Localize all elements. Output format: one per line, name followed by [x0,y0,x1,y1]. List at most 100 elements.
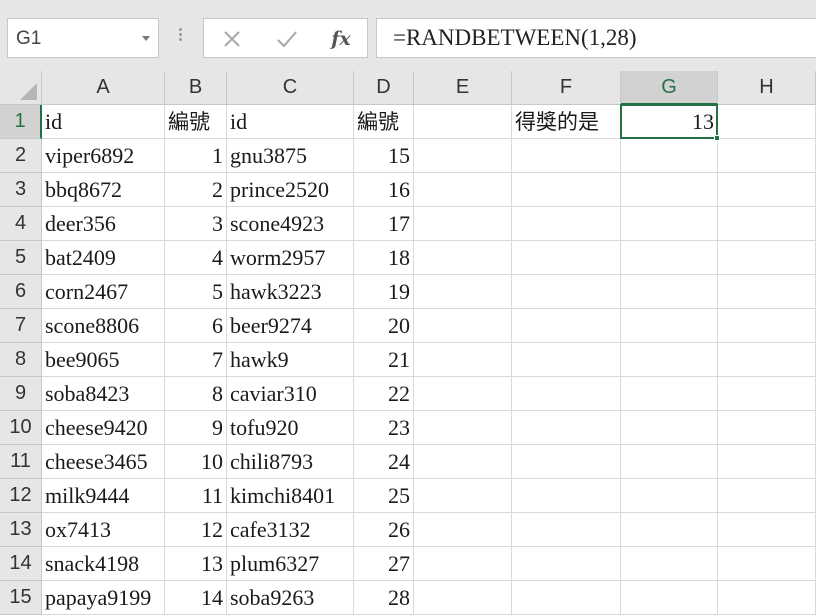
cell-c6[interactable]: hawk3223 [227,275,354,309]
cell-c2[interactable]: gnu3875 [227,139,354,173]
cell-c10[interactable]: tofu920 [227,411,354,445]
row-header-9[interactable]: 9 [0,377,42,411]
cell-b3[interactable]: 2 [165,173,227,207]
cell-f6[interactable] [512,275,621,309]
cell-a13[interactable]: ox7413 [42,513,165,547]
cell-e7[interactable] [414,309,512,343]
cell-a3[interactable]: bbq8672 [42,173,165,207]
cell-a2[interactable]: viper6892 [42,139,165,173]
cell-h1[interactable] [718,105,816,139]
cell-g14[interactable] [621,547,718,581]
cell-g13[interactable] [621,513,718,547]
row-header-6[interactable]: 6 [0,275,42,309]
cell-f3[interactable] [512,173,621,207]
row-header-2[interactable]: 2 [0,139,42,173]
cell-a6[interactable]: corn2467 [42,275,165,309]
cell-c11[interactable]: chili8793 [227,445,354,479]
cell-e15[interactable] [414,581,512,615]
cell-h3[interactable] [718,173,816,207]
cell-b12[interactable]: 11 [165,479,227,513]
cell-f4[interactable] [512,207,621,241]
cell-b6[interactable]: 5 [165,275,227,309]
cell-g2[interactable] [621,139,718,173]
cell-f15[interactable] [512,581,621,615]
cell-f12[interactable] [512,479,621,513]
cell-c9[interactable]: caviar310 [227,377,354,411]
cell-d6[interactable]: 19 [354,275,414,309]
row-header-8[interactable]: 8 [0,343,42,377]
cell-f2[interactable] [512,139,621,173]
column-header-c[interactable]: C [227,71,354,105]
cell-a4[interactable]: deer356 [42,207,165,241]
select-all-button[interactable] [0,71,42,105]
cell-c1[interactable]: id [227,105,354,139]
cell-d4[interactable]: 17 [354,207,414,241]
row-header-1[interactable]: 1 [0,105,42,139]
row-header-10[interactable]: 10 [0,411,42,445]
cell-d5[interactable]: 18 [354,241,414,275]
cell-g3[interactable] [621,173,718,207]
cell-a8[interactable]: bee9065 [42,343,165,377]
cell-c13[interactable]: cafe3132 [227,513,354,547]
column-header-b[interactable]: B [165,71,227,105]
cell-g5[interactable] [621,241,718,275]
cell-f14[interactable] [512,547,621,581]
cell-b13[interactable]: 12 [165,513,227,547]
cell-g15[interactable] [621,581,718,615]
cell-f8[interactable] [512,343,621,377]
cell-f13[interactable] [512,513,621,547]
cell-e12[interactable] [414,479,512,513]
row-header-13[interactable]: 13 [0,513,42,547]
cell-c15[interactable]: soba9263 [227,581,354,615]
cell-h9[interactable] [718,377,816,411]
cell-d12[interactable]: 25 [354,479,414,513]
cell-c5[interactable]: worm2957 [227,241,354,275]
chevron-down-icon[interactable] [142,36,150,41]
cell-e2[interactable] [414,139,512,173]
cell-h15[interactable] [718,581,816,615]
cell-d9[interactable]: 22 [354,377,414,411]
cell-a15[interactable]: papaya9199 [42,581,165,615]
cell-g4[interactable] [621,207,718,241]
cell-c3[interactable]: prince2520 [227,173,354,207]
cell-b9[interactable]: 8 [165,377,227,411]
cell-a9[interactable]: soba8423 [42,377,165,411]
cell-h12[interactable] [718,479,816,513]
cell-d7[interactable]: 20 [354,309,414,343]
cell-a5[interactable]: bat2409 [42,241,165,275]
row-header-3[interactable]: 3 [0,173,42,207]
cell-h2[interactable] [718,139,816,173]
cell-h5[interactable] [718,241,816,275]
cell-d15[interactable]: 28 [354,581,414,615]
check-icon[interactable] [272,27,302,51]
cell-e11[interactable] [414,445,512,479]
cell-a10[interactable]: cheese9420 [42,411,165,445]
row-header-15[interactable]: 15 [0,581,42,615]
cell-e4[interactable] [414,207,512,241]
cell-b1[interactable]: 編號 [165,105,227,139]
cell-g8[interactable] [621,343,718,377]
cell-d13[interactable]: 26 [354,513,414,547]
formula-input[interactable]: =RANDBETWEEN(1,28) [376,18,816,58]
cell-f11[interactable] [512,445,621,479]
cell-d8[interactable]: 21 [354,343,414,377]
cell-c4[interactable]: scone4923 [227,207,354,241]
cell-d11[interactable]: 24 [354,445,414,479]
cell-f5[interactable] [512,241,621,275]
cell-b15[interactable]: 14 [165,581,227,615]
row-header-5[interactable]: 5 [0,241,42,275]
cell-h11[interactable] [718,445,816,479]
cell-a11[interactable]: cheese3465 [42,445,165,479]
cell-b4[interactable]: 3 [165,207,227,241]
row-header-12[interactable]: 12 [0,479,42,513]
cell-b2[interactable]: 1 [165,139,227,173]
cell-e5[interactable] [414,241,512,275]
cell-g7[interactable] [621,309,718,343]
cell-a14[interactable]: snack4198 [42,547,165,581]
cell-d3[interactable]: 16 [354,173,414,207]
cell-a1[interactable]: id [42,105,165,139]
cell-f10[interactable] [512,411,621,445]
cell-e10[interactable] [414,411,512,445]
cell-b7[interactable]: 6 [165,309,227,343]
cell-e8[interactable] [414,343,512,377]
